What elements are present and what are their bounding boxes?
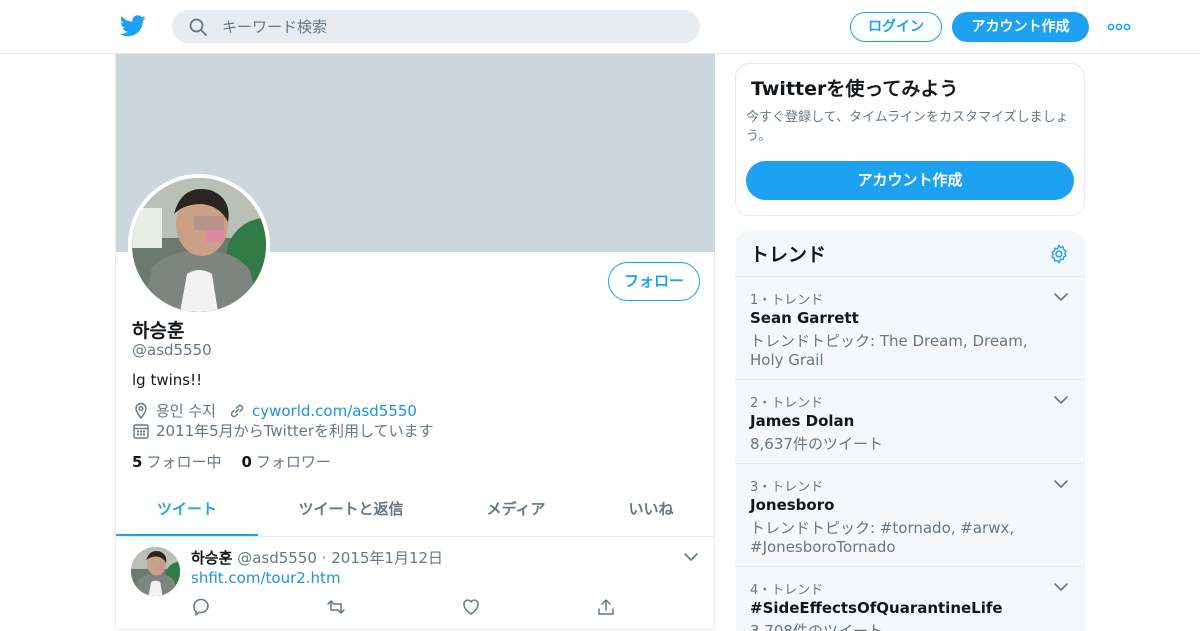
signup-card-title: Twitterを使ってみよう (751, 78, 959, 100)
trends-card: トレンド 1・トレンド Sean Garrett トレンドトピック: The D… (735, 231, 1085, 631)
profile-bio: lg twins!! (132, 371, 203, 389)
tweet-avatar[interactable] (131, 547, 180, 596)
tweet-date[interactable]: 2015年1月12日 (331, 549, 443, 567)
trends-title: トレンド (750, 244, 827, 266)
follow-counts: 5 フォロー中 0 フォロワー (132, 451, 351, 472)
following-label: フォロー中 (146, 453, 222, 471)
trend-item[interactable]: 3・トレンド Jonesboro トレンドトピック: #tornado, #ar… (735, 464, 1085, 567)
tab-media[interactable]: メディア (456, 486, 576, 536)
trend-description: トレンドトピック: #tornado, #arwx, #JonesboroTor… (750, 519, 1015, 556)
following-count-link[interactable]: 5 フォロー中 (132, 451, 221, 472)
chevron-down-icon[interactable] (1053, 579, 1069, 595)
twitter-bird-icon[interactable] (120, 14, 146, 38)
tab-tweets[interactable]: ツイート (116, 486, 258, 536)
chevron-down-icon[interactable] (683, 549, 699, 565)
tweet-author-handle[interactable]: @asd5550 (237, 549, 317, 567)
chevron-down-icon[interactable] (1053, 392, 1069, 408)
tweet-header: 하승훈 @asd5550 · 2015年1月12日 (191, 547, 443, 568)
tweet-body-link[interactable]: shfit.com/tour2.htm (191, 569, 341, 587)
top-navigation-bar: ログイン アカウント作成 (0, 0, 1200, 54)
search-icon (189, 18, 207, 36)
trend-name: #SideEffectsOfQuarantineLife (750, 599, 1003, 617)
followers-count: 0 (241, 453, 252, 471)
reply-icon[interactable] (191, 597, 211, 617)
trend-description: トレンドトピック: The Dream, Dream, Holy Grail (750, 332, 1028, 369)
trend-name: James Dolan (750, 412, 855, 430)
share-icon[interactable] (596, 597, 616, 617)
profile-handle: @asd5550 (132, 341, 212, 359)
avatar-photo (131, 547, 180, 596)
trend-rank: 4・トレンド (750, 583, 824, 598)
profile-location: 용인 수지 (156, 402, 216, 420)
avatar-photo (132, 178, 266, 312)
profile-tabs: ツイート ツイートと返信 メディア いいね (116, 486, 715, 537)
tab-tweets-and-replies[interactable]: ツイートと返信 (276, 486, 426, 536)
retweet-icon[interactable] (326, 597, 346, 617)
following-count: 5 (132, 453, 143, 471)
profile-location-row: 용인 수지 cyworld.com/asd5550 (132, 400, 417, 421)
calendar-icon (133, 423, 149, 439)
search-box[interactable] (172, 10, 700, 43)
trend-item[interactable]: 2・トレンド James Dolan 8,637件のツイート (735, 380, 1085, 464)
tweet-separator: · (321, 549, 327, 567)
trend-item[interactable]: 1・トレンド Sean Garrett トレンドトピック: The Dream,… (735, 277, 1085, 380)
profile-joined-date: 2011年5月からTwitterを利用しています (156, 422, 434, 440)
tweet-author-name[interactable]: 하승훈 (191, 549, 232, 567)
like-icon[interactable] (461, 597, 481, 617)
trends-header: トレンド (735, 231, 1085, 277)
tab-likes[interactable]: いいね (606, 486, 696, 536)
profile-joined-row: 2011年5月からTwitterを利用しています (132, 420, 434, 441)
tweet-item[interactable]: 하승훈 @asd5550 · 2015年1月12日 shfit.com/tour… (116, 537, 715, 630)
followers-label: フォロワー (255, 453, 331, 471)
gear-icon[interactable] (1048, 243, 1070, 265)
login-button[interactable]: ログイン (850, 12, 942, 42)
profile-avatar[interactable] (128, 174, 270, 316)
followers-count-link[interactable]: 0 フォロワー (241, 451, 330, 472)
signup-card-button[interactable]: アカウント作成 (746, 161, 1074, 200)
trend-rank: 2・トレンド (750, 396, 824, 411)
profile-display-name: 하승훈 (132, 320, 185, 342)
link-icon (230, 404, 244, 417)
trend-description: 8,637件のツイート (750, 435, 883, 453)
trend-rank: 1・トレンド (750, 293, 824, 308)
trend-item[interactable]: 4・トレンド #SideEffectsOfQuarantineLife 3,70… (735, 567, 1085, 631)
signup-button[interactable]: アカウント作成 (952, 12, 1089, 42)
trend-name: Jonesboro (750, 496, 835, 514)
chevron-down-icon[interactable] (1053, 289, 1069, 305)
profile-website-link[interactable]: cyworld.com/asd5550 (252, 402, 417, 420)
chevron-down-icon[interactable] (1053, 476, 1069, 492)
search-input[interactable] (222, 10, 682, 43)
follow-button[interactable]: フォロー (608, 262, 700, 301)
more-dots-icon[interactable] (1107, 18, 1131, 36)
signup-card: Twitterを使ってみよう 今すぐ登録して、タイムラインをカスタマイズしましょ… (735, 63, 1085, 216)
location-pin-icon (135, 402, 147, 419)
trend-name: Sean Garrett (750, 309, 859, 327)
trend-rank: 3・トレンド (750, 480, 824, 495)
profile-column: フォロー 하승훈 @asd5550 lg twins!! 용인 수지 cywor… (115, 54, 715, 630)
signup-card-description: 今すぐ登録して、タイムラインをカスタマイズしましょう。 (746, 110, 1069, 144)
